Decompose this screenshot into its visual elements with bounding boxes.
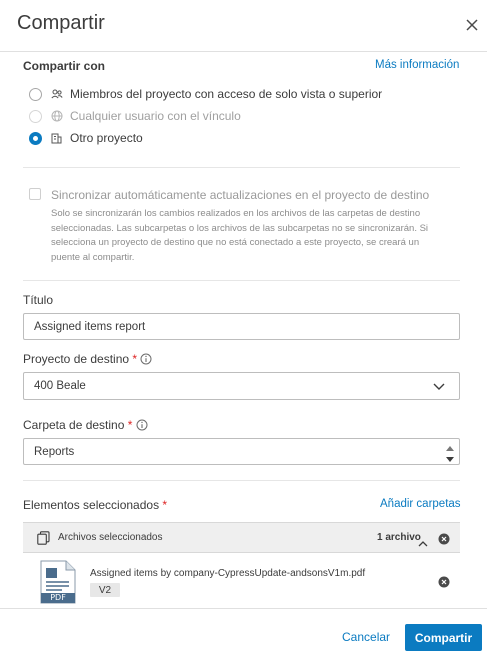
required-mark: * bbox=[127, 418, 133, 432]
radio-button bbox=[29, 109, 42, 123]
copy-files-icon bbox=[37, 531, 50, 550]
dest-folder-input[interactable]: Reports bbox=[23, 438, 460, 465]
sync-checkbox bbox=[29, 188, 41, 200]
selected-items-label-text: Elementos seleccionados bbox=[23, 498, 160, 512]
required-mark: * bbox=[162, 498, 168, 512]
dest-folder-value: Reports bbox=[34, 445, 75, 458]
dest-folder-label: Carpeta de destino * bbox=[23, 418, 148, 434]
info-icon[interactable] bbox=[136, 419, 148, 434]
title-input[interactable]: Assigned items report bbox=[23, 313, 460, 340]
share-option-label: Miembros del proyecto con acceso de solo… bbox=[70, 87, 383, 101]
globe-icon bbox=[51, 110, 65, 122]
radio-button[interactable] bbox=[29, 131, 42, 145]
spinner-up-icon[interactable] bbox=[446, 442, 454, 454]
divider bbox=[23, 167, 460, 168]
file-name: Assigned items by company-CypressUpdate-… bbox=[90, 568, 366, 579]
share-option-other-project[interactable]: Otro proyecto bbox=[29, 131, 143, 145]
dest-folder-label-text: Carpeta de destino bbox=[23, 418, 125, 432]
share-option-members[interactable]: Miembros del proyecto con acceso de solo… bbox=[29, 87, 382, 101]
share-option-label: Otro proyecto bbox=[70, 131, 143, 145]
sync-help-text: Solo se sincronizarán los cambios realiz… bbox=[51, 207, 471, 265]
files-count: 1 archivo bbox=[377, 532, 421, 543]
dest-project-value: 400 Beale bbox=[34, 380, 86, 392]
radio-button[interactable] bbox=[29, 87, 42, 101]
dialog-body: Compartir con Más información Miembros d… bbox=[0, 52, 487, 608]
sync-label: Sincronizar automáticamente actualizacio… bbox=[51, 188, 430, 202]
files-header: Archivos seleccionados 1 archivo bbox=[23, 522, 460, 553]
chevron-down-icon bbox=[433, 382, 445, 394]
share-button[interactable]: Compartir bbox=[405, 624, 482, 651]
title-input-value: Assigned items report bbox=[34, 320, 146, 333]
sync-help-line: puente al compartir. bbox=[51, 251, 135, 263]
required-mark: * bbox=[132, 352, 138, 366]
dest-project-label: Proyecto de destino * bbox=[23, 352, 152, 368]
more-info-link[interactable]: Más información bbox=[375, 59, 459, 71]
selected-items-label: Elementos seleccionados * bbox=[23, 498, 167, 512]
sync-help-line: selecciona un proyecto de destino que no… bbox=[51, 237, 420, 248]
dialog-header: Compartir bbox=[0, 0, 487, 52]
share-option-label: Cualquier usuario con el vínculo bbox=[70, 109, 241, 123]
share-option-link: Cualquier usuario con el vínculo bbox=[29, 109, 241, 123]
members-icon bbox=[51, 89, 65, 99]
cancel-button[interactable]: Cancelar bbox=[342, 630, 390, 644]
spinner-down-icon[interactable] bbox=[446, 454, 454, 466]
files-header-label: Archivos seleccionados bbox=[58, 532, 163, 543]
sync-help-line: Solo se sincronizarán los cambios realiz… bbox=[51, 208, 421, 219]
remove-all-icon[interactable] bbox=[438, 532, 450, 550]
add-folders-link[interactable]: Añadir carpetas bbox=[380, 498, 461, 510]
dest-project-select[interactable]: 400 Beale bbox=[23, 372, 460, 400]
share-with-label: Compartir con bbox=[23, 59, 106, 73]
chevron-up-icon[interactable] bbox=[418, 534, 428, 552]
title-field-label: Título bbox=[23, 293, 54, 307]
project-icon bbox=[51, 133, 65, 144]
dialog-footer: Cancelar Compartir bbox=[0, 608, 487, 663]
pdf-type-label: PDF bbox=[50, 593, 66, 602]
info-icon[interactable] bbox=[140, 353, 152, 368]
close-icon[interactable] bbox=[461, 14, 483, 36]
sync-help-line: seleccionadas. Las subcarpetas o los arc… bbox=[51, 222, 429, 234]
dialog-title: Compartir bbox=[17, 12, 105, 34]
version-badge: V2 bbox=[90, 583, 120, 597]
file-row: PDF Assigned items by company-CypressUpd… bbox=[23, 553, 460, 608]
divider bbox=[23, 280, 460, 281]
remove-file-icon[interactable] bbox=[438, 575, 450, 593]
divider bbox=[23, 480, 460, 481]
dest-project-label-text: Proyecto de destino bbox=[23, 352, 130, 366]
